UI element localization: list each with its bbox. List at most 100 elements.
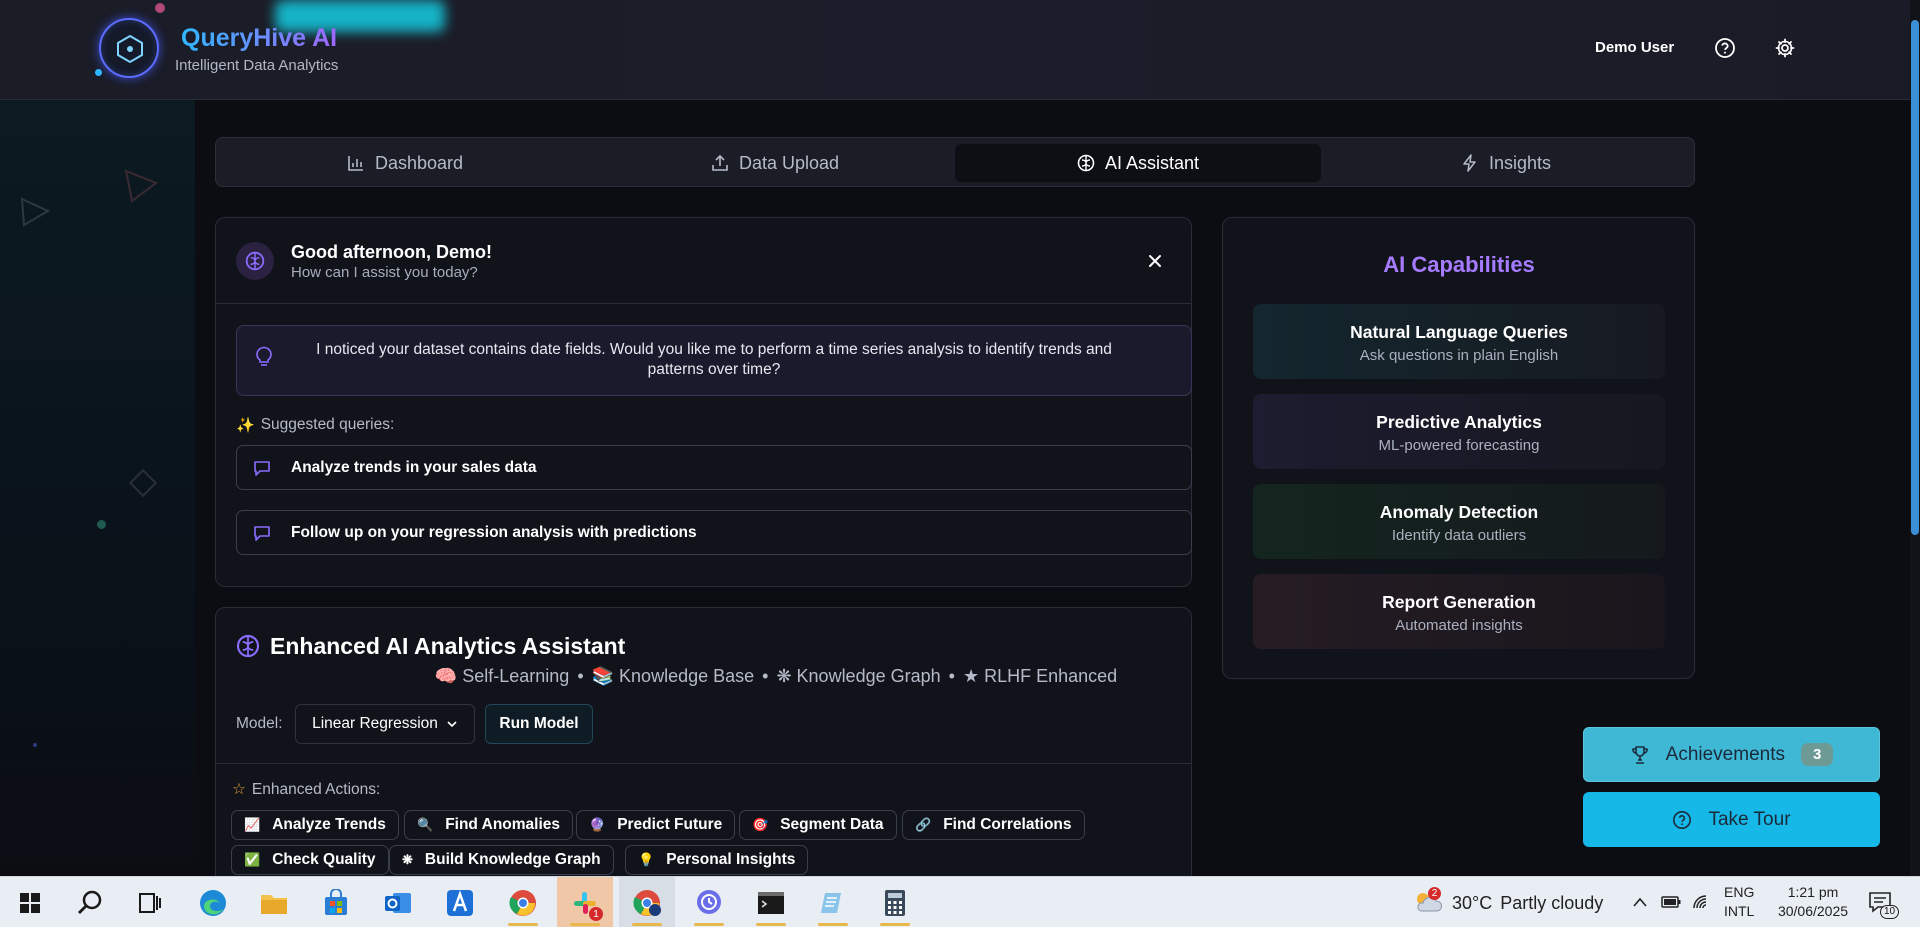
greeting-card: Good afternoon, Demo! How can I assist y…	[215, 217, 1192, 587]
help-icon[interactable]	[1714, 37, 1736, 59]
achievements-button[interactable]: Achievements 3	[1583, 727, 1880, 782]
tab-data-upload[interactable]: Data Upload	[592, 144, 958, 182]
enhanced-actions-heading: ☆ Enhanced Actions:	[232, 780, 380, 799]
app-logo[interactable]	[99, 18, 159, 78]
tab-label: Insights	[1488, 152, 1552, 173]
action-label: Analyze Trends	[272, 816, 386, 833]
lightbulb-icon	[256, 346, 272, 366]
weather-widget[interactable]: 30°C Partly cloudy	[1452, 893, 1603, 914]
action-analyze-trends[interactable]: 📈 Analyze Trends	[231, 810, 399, 840]
battery-icon[interactable]	[1660, 894, 1682, 910]
capability-subtitle: Automated insights	[1395, 617, 1523, 634]
clock-app[interactable]	[681, 877, 737, 927]
weather-temp: 30°C	[1452, 893, 1493, 913]
edge-app[interactable]	[185, 877, 241, 927]
decorative-triangle	[124, 169, 159, 203]
tab-dashboard[interactable]: Dashboard	[222, 144, 588, 182]
chevron-up-icon[interactable]	[1632, 895, 1648, 909]
capability-anomaly-detection[interactable]: Anomaly Detection Identify data outliers	[1253, 484, 1665, 559]
outlook-app[interactable]	[370, 877, 426, 927]
chrome-app-active[interactable]	[619, 877, 675, 927]
settings-icon[interactable]	[1774, 37, 1796, 59]
separator: •	[577, 666, 584, 686]
action-label: Build Knowledge Graph	[424, 851, 601, 868]
brain-icon	[245, 251, 265, 271]
take-tour-label: Take Tour	[1708, 808, 1791, 830]
notepad-icon	[821, 892, 841, 913]
separator: •	[948, 666, 955, 686]
outlook-icon	[385, 892, 411, 913]
action-predict-future[interactable]: 🔮 Predict Future	[576, 810, 736, 840]
capability-natural-language[interactable]: Natural Language Queries Ask questions i…	[1253, 304, 1665, 379]
suggested-query-item[interactable]: Follow up on your regression analysis wi…	[236, 510, 1192, 555]
divider	[216, 763, 1191, 764]
take-tour-button[interactable]: Take Tour	[1583, 792, 1880, 847]
language-indicator[interactable]: ENG INTL	[1724, 883, 1754, 921]
slack-notification-badge: 1	[589, 907, 603, 921]
decorative-dot	[95, 69, 102, 76]
slack-app[interactable]: 1	[557, 877, 613, 927]
start-button[interactable]	[2, 877, 58, 927]
weather-desc: Partly cloudy	[1500, 893, 1604, 913]
language-secondary: INTL	[1724, 903, 1755, 919]
task-view-button[interactable]	[122, 877, 178, 927]
decorative-dot	[155, 3, 165, 13]
graph-node-icon: ❋	[402, 852, 413, 867]
microsoft-store-app[interactable]	[308, 877, 364, 927]
suggested-query-label: Analyze trends in your sales data	[291, 458, 537, 476]
model-label: Model:	[236, 715, 283, 732]
lightbulb-icon: 💡	[638, 852, 655, 867]
suggested-query-label: Follow up on your regression analysis wi…	[291, 523, 697, 541]
separator: •	[762, 666, 769, 686]
notification-count: 10	[1880, 905, 1900, 919]
actions-heading-label: Enhanced Actions:	[251, 780, 381, 798]
chart-icon: 📈	[244, 817, 261, 832]
terminal-app[interactable]	[743, 877, 799, 927]
capability-predictive-analytics[interactable]: Predictive Analytics ML-powered forecast…	[1253, 394, 1665, 469]
action-check-quality[interactable]: ✅ Check Quality	[231, 845, 389, 875]
trophy-icon	[1631, 745, 1648, 764]
capability-subtitle: Ask questions in plain English	[1359, 347, 1559, 364]
user-name[interactable]: Demo User	[1595, 39, 1674, 56]
model-value: Linear Regression	[312, 715, 438, 732]
checkmark-icon: ✅	[244, 852, 261, 867]
action-build-knowledge-graph[interactable]: ❋ Build Knowledge Graph	[389, 845, 614, 875]
folder-icon	[261, 894, 287, 914]
chrome-app[interactable]	[495, 877, 551, 927]
model-select[interactable]: Linear Regression	[295, 704, 475, 744]
star-icon: ☆	[232, 781, 246, 798]
assistant-title: Enhanced AI Analytics Assistant	[270, 633, 626, 659]
file-explorer-app[interactable]	[246, 877, 302, 927]
chrome-icon	[633, 889, 661, 916]
capability-title: Predictive Analytics	[1376, 412, 1542, 432]
action-find-anomalies[interactable]: 🔍 Find Anomalies	[404, 810, 574, 840]
action-personal-insights[interactable]: 💡 Personal Insights	[625, 845, 809, 875]
app-name: QueryHive AI	[181, 24, 338, 52]
decorative-dot	[97, 520, 106, 529]
bar-chart-icon	[348, 156, 363, 171]
capability-report-generation[interactable]: Report Generation Automated insights	[1253, 574, 1665, 649]
action-label: Find Correlations	[943, 816, 1072, 833]
wifi-icon[interactable]	[1692, 893, 1712, 911]
link-icon: 🔗	[915, 817, 932, 832]
action-segment-data[interactable]: 🎯 Segment Data	[739, 810, 897, 840]
decorative-diamond	[128, 468, 158, 498]
feature-tag: ❋ Knowledge Graph	[776, 666, 941, 686]
search-button[interactable]	[62, 877, 118, 927]
run-model-button[interactable]: Run Model	[485, 704, 593, 744]
enhanced-assistant-card: Enhanced AI Analytics Assistant 🧠 Self-L…	[215, 607, 1192, 897]
scrollbar-thumb[interactable]	[1911, 20, 1919, 535]
notes-app[interactable]	[805, 877, 861, 927]
store-icon	[325, 888, 347, 915]
terminal-icon	[758, 891, 784, 914]
feature-tag: 📚 Knowledge Base	[591, 666, 755, 686]
azure-app[interactable]	[432, 877, 488, 927]
action-label: Find Anomalies	[445, 816, 561, 833]
tab-insights[interactable]: Insights	[1323, 144, 1689, 182]
suggested-query-item[interactable]: Analyze trends in your sales data	[236, 445, 1192, 490]
system-clock[interactable]: 1:21 pm 30/06/2025	[1768, 883, 1858, 921]
close-icon[interactable]	[1146, 252, 1164, 270]
calculator-app[interactable]	[867, 877, 923, 927]
action-find-correlations[interactable]: 🔗 Find Correlations	[902, 810, 1085, 840]
tab-ai-assistant[interactable]: AI Assistant	[955, 144, 1321, 182]
